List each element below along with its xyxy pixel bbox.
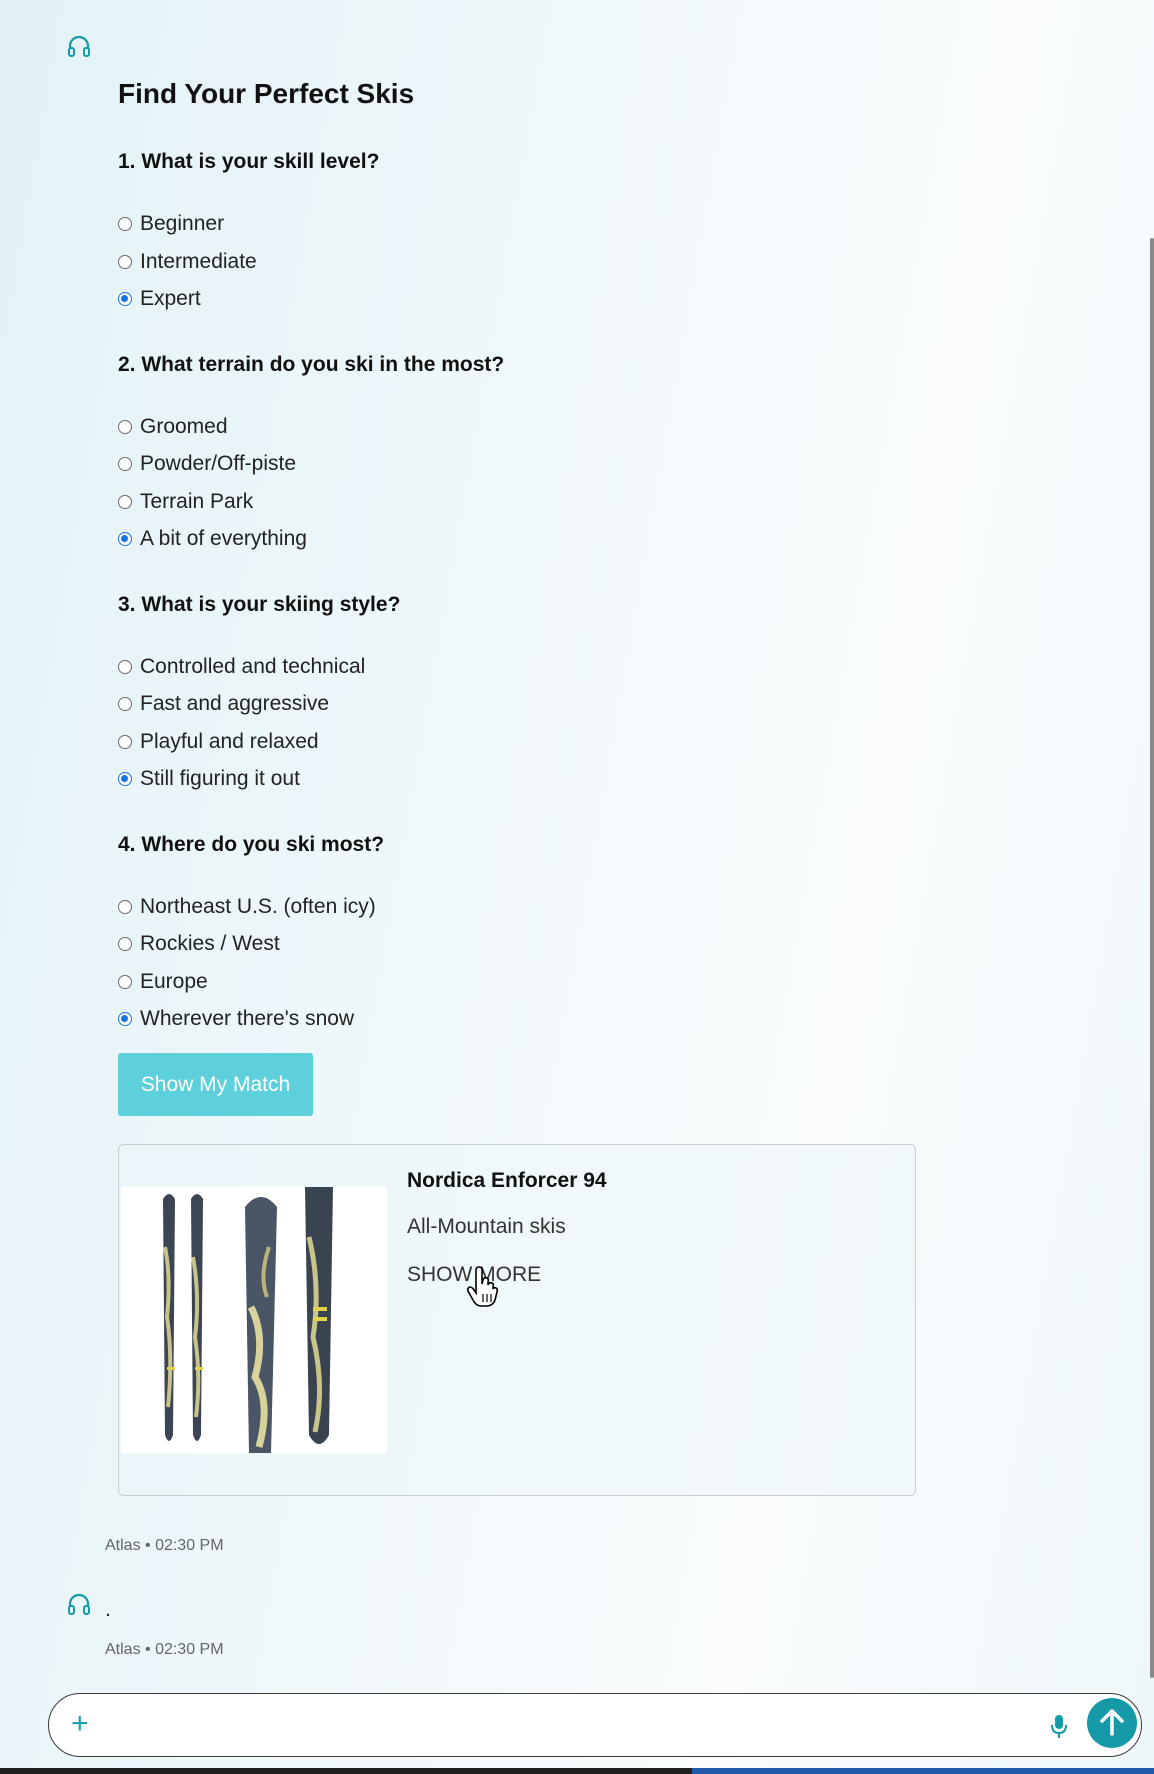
product-category: All-Mountain skis xyxy=(407,1215,566,1238)
option-label: Intermediate xyxy=(140,250,257,273)
radio-button-checked[interactable] xyxy=(118,772,132,786)
radio-button[interactable] xyxy=(118,900,132,914)
option-expert[interactable]: Expert xyxy=(118,284,201,314)
option-label: Europe xyxy=(140,970,208,993)
question-location: 4. Where do you ski most? xyxy=(118,833,385,856)
message-meta: Atlas • 02:30 PM xyxy=(105,1641,224,1658)
taskbar-strip xyxy=(0,1768,1154,1774)
scrollbar[interactable] xyxy=(1150,238,1154,1678)
send-button[interactable] xyxy=(1087,1698,1137,1748)
option-fast[interactable]: Fast and aggressive xyxy=(118,689,329,719)
radio-button[interactable] xyxy=(118,697,132,711)
product-image[interactable] xyxy=(121,1187,387,1453)
option-label: Wherever there's snow xyxy=(140,1007,355,1030)
headset-icon xyxy=(66,34,92,60)
option-label: A bit of everything xyxy=(140,527,307,550)
product-name: Nordica Enforcer 94 xyxy=(407,1169,607,1192)
option-controlled[interactable]: Controlled and technical xyxy=(118,652,365,682)
option-northeast[interactable]: Northeast U.S. (often icy) xyxy=(118,892,376,922)
option-wherever-snow[interactable]: Wherever there's snow xyxy=(118,1004,354,1034)
radio-button[interactable] xyxy=(118,255,132,269)
option-powder[interactable]: Powder/Off-piste xyxy=(118,449,296,479)
question-skill-level: 1. What is your skill level? xyxy=(118,150,380,173)
headset-icon xyxy=(66,1592,92,1618)
product-card: Nordica Enforcer 94 All-Mountain skis SH… xyxy=(118,1144,916,1496)
option-bit-of-everything[interactable]: A bit of everything xyxy=(118,524,307,554)
radio-button[interactable] xyxy=(118,937,132,951)
radio-button[interactable] xyxy=(118,975,132,989)
message-composer: + xyxy=(48,1693,1142,1757)
option-label: Powder/Off-piste xyxy=(140,452,297,475)
show-my-match-button[interactable]: Show My Match xyxy=(118,1053,313,1116)
message-meta: Atlas • 02:30 PM xyxy=(105,1537,224,1554)
arrow-up-icon xyxy=(1100,1709,1124,1736)
radio-button[interactable] xyxy=(118,660,132,674)
option-label: Fast and aggressive xyxy=(140,692,330,715)
option-playful[interactable]: Playful and relaxed xyxy=(118,727,319,757)
radio-button[interactable] xyxy=(118,495,132,509)
option-figuring-out[interactable]: Still figuring it out xyxy=(118,764,300,794)
radio-button-checked[interactable] xyxy=(118,532,132,546)
option-terrain-park[interactable]: Terrain Park xyxy=(118,487,253,517)
option-label: Still figuring it out xyxy=(140,767,300,790)
option-label: Terrain Park xyxy=(140,490,254,513)
option-label: Controlled and technical xyxy=(140,655,366,678)
message-text: . xyxy=(105,1598,111,1621)
option-label: Beginner xyxy=(140,212,225,235)
option-europe[interactable]: Europe xyxy=(118,967,208,997)
radio-button[interactable] xyxy=(118,735,132,749)
question-terrain: 2. What terrain do you ski in the most? xyxy=(118,353,505,376)
option-label: Rockies / West xyxy=(140,932,280,955)
radio-button[interactable] xyxy=(118,217,132,231)
hand-cursor-icon xyxy=(466,1266,500,1308)
message-input[interactable] xyxy=(119,1706,1043,1746)
radio-button-checked[interactable] xyxy=(118,292,132,306)
option-beginner[interactable]: Beginner xyxy=(118,209,224,239)
option-intermediate[interactable]: Intermediate xyxy=(118,247,257,277)
option-groomed[interactable]: Groomed xyxy=(118,412,228,442)
question-skiing-style: 3. What is your skiing style? xyxy=(118,593,401,616)
option-label: Northeast U.S. (often icy) xyxy=(140,895,376,918)
option-label: Groomed xyxy=(140,415,228,438)
mic-icon[interactable] xyxy=(1047,1712,1071,1740)
plus-icon[interactable]: + xyxy=(71,1708,89,1740)
radio-button[interactable] xyxy=(118,457,132,471)
quiz-title: Find Your Perfect Skis xyxy=(118,78,415,109)
option-rockies[interactable]: Rockies / West xyxy=(118,929,280,959)
radio-button-checked[interactable] xyxy=(118,1012,132,1026)
radio-button[interactable] xyxy=(118,420,132,434)
option-label: Playful and relaxed xyxy=(140,730,319,753)
option-label: Expert xyxy=(140,287,201,310)
